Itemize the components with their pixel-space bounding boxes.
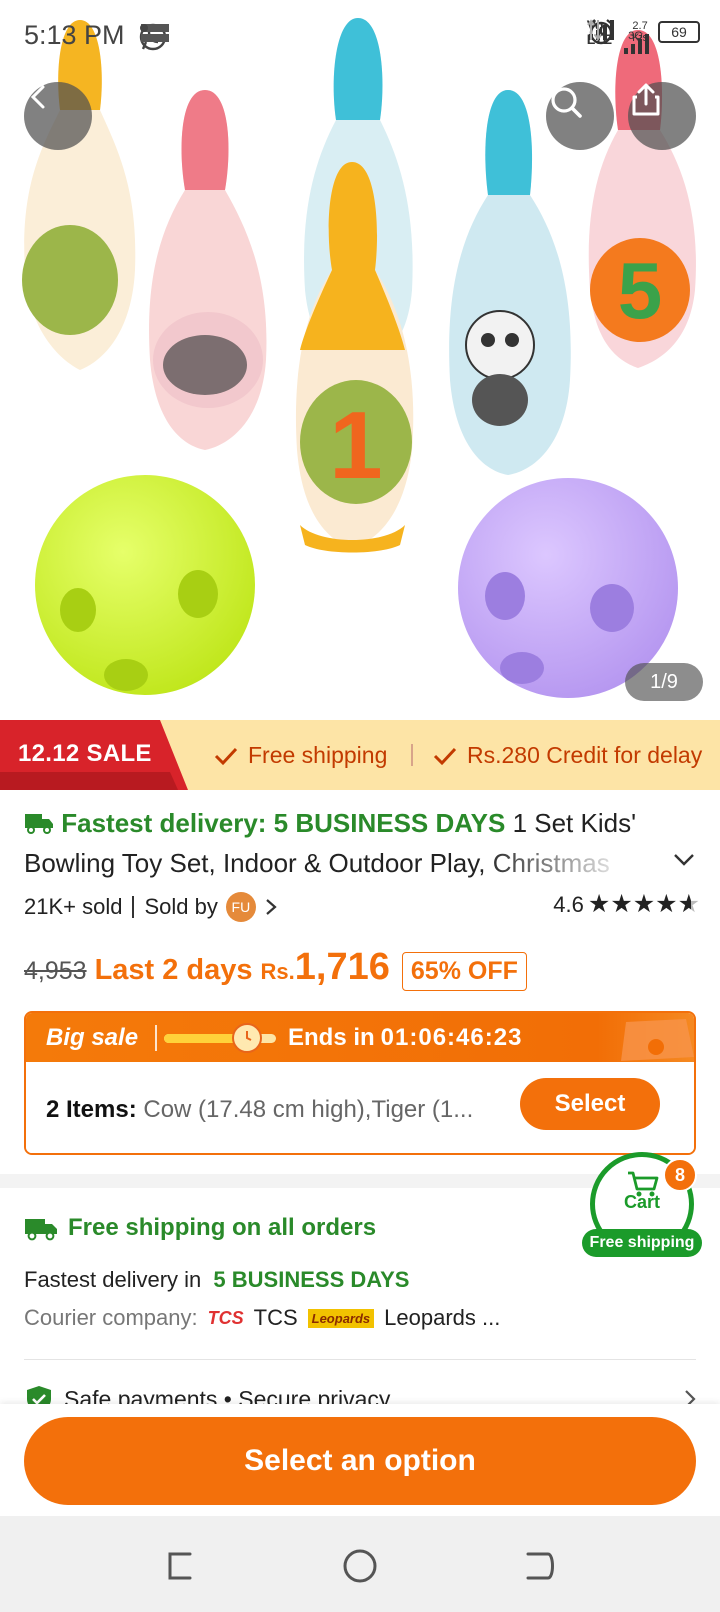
recent-apps-icon[interactable]: [160, 1546, 200, 1586]
items-count-label: 2 Items:: [46, 1096, 137, 1123]
perk-delay-credit: Rs.280 Credit for delay: [433, 742, 702, 769]
star-icon: ★: [632, 890, 656, 918]
status-system-icons: Vo LTE 3G 2.7 K/s 69: [586, 18, 700, 54]
battery-indicator: 69: [658, 21, 700, 43]
items-value: Cow (17.48 cm high),Tiger (1...: [143, 1096, 474, 1123]
cart-label: Cart: [623, 1192, 660, 1212]
variant-selector-row[interactable]: 2 Items: Cow (17.48 cm high),Tiger (1...…: [26, 1062, 694, 1153]
bottom-action-bar: Select an option: [0, 1404, 720, 1516]
expand-title-chevron-down-icon[interactable]: [672, 850, 696, 868]
image-pager: 1/9: [625, 663, 703, 701]
cart-count-badge: 8: [663, 1158, 697, 1192]
courier-name: TCS: [253, 1305, 298, 1330]
original-price: 4,953: [24, 957, 87, 985]
free-shipping-title[interactable]: Free shipping on all orders: [24, 1214, 376, 1242]
tcs-logo: TCS: [207, 1307, 244, 1328]
sale-banner: 12.12 SALE Free shipping Rs.280 Credit f…: [0, 720, 720, 790]
courier-label: Courier company:: [24, 1305, 198, 1330]
sold-by-label: Sold by: [144, 894, 218, 919]
big-sale-box: Big sale Ends in 01:06:46:23 2 Items: Cow…: [24, 1011, 696, 1155]
perk-free-shipping: Free shipping: [214, 742, 387, 769]
perk-divider: [411, 744, 413, 766]
big-sale-divider: [155, 1025, 157, 1051]
fastest-delivery-value: 5 BUSINESS DAYS: [213, 1267, 410, 1292]
meta-divider: [132, 896, 135, 918]
divider: [24, 1359, 696, 1360]
clock-icon: [232, 1023, 262, 1053]
product-title-line-1: Fastest delivery: 5 BUSINESS DAYS 1 Set …: [24, 808, 636, 839]
star-icon: ★: [610, 890, 633, 918]
countdown-timer: 01:06:46:23: [380, 1024, 523, 1051]
select-button[interactable]: Select: [520, 1078, 660, 1130]
data-arrows-icon: [586, 19, 602, 41]
product-rating[interactable]: 4.6 ★★★★★: [553, 892, 700, 918]
signal-icon: [624, 34, 650, 54]
deal-countdown-text: Last 2 days: [94, 954, 253, 986]
bowling-pin: [22, 20, 136, 370]
star-icon: ★: [587, 890, 611, 918]
sale-tag: 12.12 SALE: [18, 740, 152, 767]
cart-free-shipping-badge: Free shipping: [582, 1229, 702, 1257]
seller-avatar[interactable]: FU: [225, 892, 256, 922]
selected-items: 2 Items: Cow (17.48 cm high),Tiger (1...: [46, 1096, 506, 1124]
search-button[interactable]: [546, 82, 614, 150]
star-icon: ★: [677, 890, 700, 918]
big-sale-label: Big sale: [46, 1024, 139, 1051]
delivery-truck-icon: [25, 814, 53, 834]
bowling-pin: 5: [588, 30, 696, 368]
back-button[interactable]: [24, 82, 92, 150]
product-title-line-2: Bowling Toy Set, Indoor & Outdoor Play, …: [24, 848, 610, 878]
big-sale-header: Big sale Ends in 01:06:46:23: [26, 1013, 694, 1062]
product-title-start: 1 Set Kids': [505, 808, 637, 838]
check-icon: [433, 747, 457, 765]
sales-seller-row[interactable]: 21K+ sold Sold by FU: [24, 892, 280, 922]
free-shipping-text: Free shipping on all orders: [68, 1214, 377, 1241]
rating-stars: ★★★★★: [588, 892, 700, 918]
delivery-truck-icon: [25, 1219, 57, 1241]
share-icon: [632, 83, 660, 116]
fastest-delivery-label: Fastest delivery in: [24, 1267, 202, 1292]
fastest-delivery-row: Fastest delivery in 5 BUSINESS DAYS: [24, 1267, 409, 1293]
bowling-pin: [149, 90, 267, 450]
svg-text:5: 5: [618, 246, 663, 335]
sale-progress-fill: [164, 1034, 243, 1043]
search-icon: [551, 87, 582, 118]
system-nav-bar: [0, 1516, 720, 1612]
perk-label: Free shipping: [248, 742, 388, 768]
status-bar: 5:13 PM Vo LTE: [0, 0, 720, 72]
chevron-left-icon: [30, 85, 45, 109]
star-icon: ★: [655, 890, 678, 918]
delivery-label: Fastest delivery: 5 BUSINESS DAYS: [61, 808, 506, 838]
sale-price: 1,716: [294, 946, 390, 988]
status-time: 5:13 PM: [24, 20, 125, 50]
check-icon: [214, 747, 238, 765]
select-option-button[interactable]: Select an option: [24, 1417, 696, 1505]
courier-name: Leopards ...: [384, 1305, 501, 1330]
back-nav-icon[interactable]: [520, 1546, 560, 1586]
sold-count: 21K+ sold: [24, 894, 123, 919]
sale-countdown: Ends in 01:06:46:23: [288, 1024, 522, 1052]
rating-value: 4.6: [553, 892, 584, 917]
chevron-right-icon: [266, 899, 277, 915]
home-icon[interactable]: [340, 1546, 380, 1586]
cart-button[interactable]: Cart Free shipping 8: [582, 1152, 702, 1258]
bowling-pin: [449, 90, 571, 475]
discount-badge: 65% OFF: [401, 952, 527, 991]
price-row: 4,953 Last 2 days Rs. 1,716 65% OFF: [24, 946, 527, 991]
share-button[interactable]: [628, 82, 696, 150]
product-image-gallery[interactable]: 5 1 5:13 PM Vo 3G 2.7 K/s 69 1/9: [0, 0, 720, 720]
ends-in-label: Ends in: [288, 1024, 375, 1051]
svg-text:1: 1: [329, 392, 382, 499]
dot-icon: [140, 24, 148, 32]
price-currency: Rs.: [260, 959, 295, 984]
bowling-ball: [35, 475, 255, 695]
perk-label: Rs.280 Credit for delay: [467, 742, 703, 768]
courier-row: Courier company: TCS TCS Leopards Leopar…: [24, 1305, 500, 1331]
leopards-logo: Leopards: [307, 1308, 375, 1328]
decorative-tag-icon: [621, 1019, 694, 1061]
